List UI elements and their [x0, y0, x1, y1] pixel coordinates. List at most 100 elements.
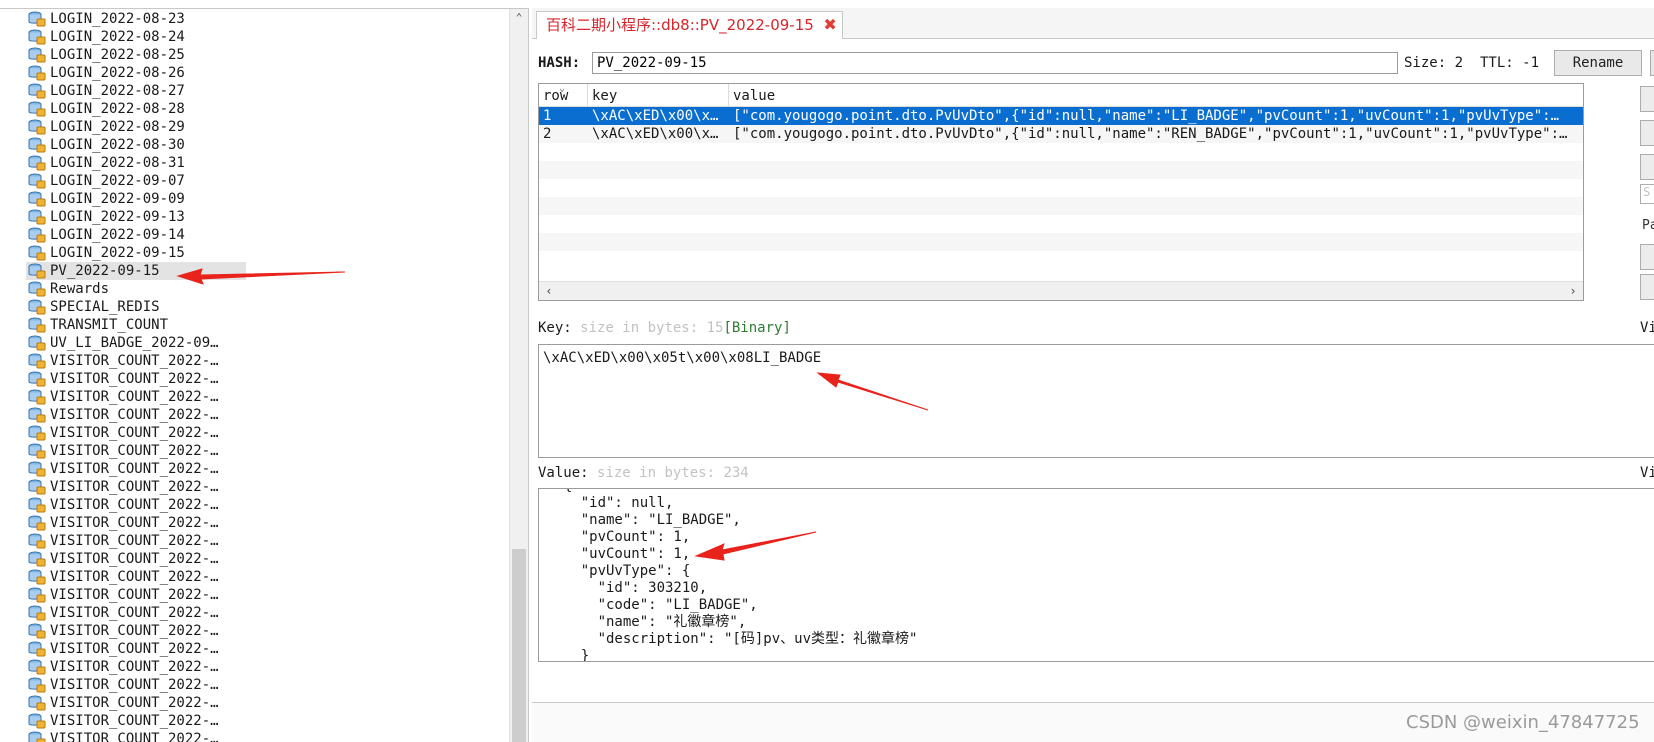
tree-item[interactable]: VISITOR_COUNT_2022-… [0, 424, 510, 442]
table-row-empty [539, 161, 1583, 179]
tree-item[interactable]: VISITOR_COUNT_2022-… [0, 676, 510, 694]
tree-item[interactable]: VISITOR_COUNT_2022-… [0, 370, 510, 388]
delete-row-button[interactable] [1640, 120, 1654, 146]
size-label: Size: 2 [1404, 55, 1464, 71]
page-prev-button[interactable] [1640, 244, 1654, 270]
tree-item[interactable]: UV_LI_BADGE_2022-09… [0, 334, 510, 352]
tree-item[interactable]: LOGIN_2022-08-30 [0, 136, 510, 154]
tree-item[interactable]: VISITOR_COUNT_2022-… [0, 460, 510, 478]
tree-item-label: UV_LI_BADGE_2022-09… [50, 335, 219, 351]
tree-item-label: LOGIN_2022-09-09 [50, 191, 185, 207]
tree-item[interactable]: Rewards [0, 280, 510, 298]
value-line: "code": "LI_BADGE", [547, 597, 758, 613]
database-key-icon [28, 497, 46, 513]
search-field[interactable]: S [1640, 184, 1654, 204]
tree-scrollbar[interactable]: ⌃ [509, 9, 528, 742]
key-editor[interactable]: \xAC\xED\x00\x05t\x00\x08LI_BADGE [538, 344, 1654, 458]
tree-item[interactable]: VISITOR_COUNT_2022-… [0, 568, 510, 586]
database-key-icon [28, 173, 46, 189]
database-key-icon [28, 47, 46, 63]
tree-item[interactable]: LOGIN_2022-08-28 [0, 100, 510, 118]
key-name-input[interactable] [592, 52, 1398, 74]
tree-item[interactable]: VISITOR_COUNT_2022-… [0, 496, 510, 514]
database-key-icon [28, 659, 46, 675]
tree-item-label: VISITOR_COUNT_2022-… [50, 623, 219, 639]
column-header-value[interactable]: value [729, 84, 1583, 106]
cell-row: 2 [543, 126, 552, 142]
tree-item[interactable]: VISITOR_COUNT_2022-… [0, 406, 510, 424]
value-view-as-label[interactable]: Vi [1640, 465, 1654, 481]
tree-item[interactable]: LOGIN_2022-09-14 [0, 226, 510, 244]
tree-item[interactable]: LOGIN_2022-08-27 [0, 82, 510, 100]
tree-item-label: LOGIN_2022-08-28 [50, 101, 185, 117]
tree-item[interactable]: VISITOR_COUNT_2022-… [0, 352, 510, 370]
tree-item[interactable]: LOGIN_2022-09-09 [0, 190, 510, 208]
tree-item[interactable]: LOGIN_2022-08-24 [0, 28, 510, 46]
side-button-edge[interactable] [1650, 50, 1654, 76]
tree-item-label: VISITOR_COUNT_2022-… [50, 551, 219, 567]
value-line: "id": 303210, [547, 580, 708, 596]
tree-item[interactable]: SPECIAL_REDIS [0, 298, 510, 316]
tree-item[interactable]: VISITOR_COUNT_2022-… [0, 604, 510, 622]
tree-item[interactable]: TRANSMIT_COUNT [0, 316, 510, 334]
close-icon[interactable]: ✖ [823, 12, 836, 38]
tree-item[interactable]: VISITOR_COUNT_2022-… [0, 478, 510, 496]
key-view-as-label[interactable]: Vi [1640, 320, 1654, 336]
tree-item[interactable]: LOGIN_2022-08-29 [0, 118, 510, 136]
tree-item[interactable]: VISITOR_COUNT_2022-… [0, 514, 510, 532]
tree-item[interactable]: VISITOR_COUNT_2022-… [0, 388, 510, 406]
tree-item[interactable]: PV_2022-09-15 [0, 262, 510, 280]
tree-item-label: VISITOR_COUNT_2022-… [50, 695, 219, 711]
database-key-icon [28, 443, 46, 459]
tree-item[interactable]: LOGIN_2022-08-31 [0, 154, 510, 172]
scroll-left-icon[interactable]: ‹ [541, 282, 557, 300]
table-row[interactable]: 2 \xAC\xED\x00\x… ["com.yougogo.point.dto.… [539, 125, 1583, 143]
tree-item[interactable]: VISITOR_COUNT_2022-… [0, 694, 510, 712]
database-key-icon [28, 677, 46, 693]
page-next-button[interactable] [1640, 274, 1654, 300]
tree-item-label: SPECIAL_REDIS [50, 299, 160, 315]
database-key-icon [28, 353, 46, 369]
tree-item-label: VISITOR_COUNT_2022-… [50, 515, 219, 531]
scroll-thumb[interactable] [512, 549, 526, 742]
table-row[interactable]: 1 \xAC\xED\x00\x… ["com.yougogo.point.dto.… [539, 107, 1583, 125]
tree-item-label: VISITOR_COUNT_2022-… [50, 497, 219, 513]
tree-item[interactable]: VISITOR_COUNT_2022-… [0, 622, 510, 640]
value-line: "pvUvType": { [547, 563, 691, 579]
tree-item[interactable]: VISITOR_COUNT_2022-… [0, 532, 510, 550]
tree-item[interactable]: VISITOR_COUNT_2022-… [0, 712, 510, 730]
database-key-icon [28, 335, 46, 351]
tree-item[interactable]: VISITOR_COUNT_2022-… [0, 442, 510, 460]
value-line: "id": null, [547, 495, 674, 511]
cell-row: 1 [543, 108, 552, 124]
tree-item[interactable]: LOGIN_2022-09-15 [0, 244, 510, 262]
reload-button[interactable] [1640, 154, 1654, 180]
scroll-right-icon[interactable]: › [1565, 282, 1581, 300]
scroll-up-arrow-icon[interactable]: ⌃ [513, 12, 525, 23]
tree-item[interactable]: LOGIN_2022-09-07 [0, 172, 510, 190]
column-header-key[interactable]: key [588, 84, 729, 106]
database-key-icon [28, 101, 46, 117]
tree-item[interactable]: LOGIN_2022-08-26 [0, 64, 510, 82]
database-key-icon [28, 695, 46, 711]
tab-title: 百科二期小程序::db8::PV_2022-09-15 [546, 16, 814, 34]
table-row-empty [539, 215, 1583, 233]
tree-item[interactable]: VISITOR_COUNT_2022-… [0, 640, 510, 658]
tree-item-label: VISITOR_COUNT_2022-… [50, 533, 219, 549]
tree-item-label: LOGIN_2022-09-13 [50, 209, 185, 225]
tree-item[interactable]: VISITOR_COUNT_2022-… [0, 658, 510, 676]
tree-item[interactable]: LOGIN_2022-08-25 [0, 46, 510, 64]
add-row-button[interactable] [1640, 86, 1654, 112]
tree-item-label: VISITOR_COUNT_2022-… [50, 389, 219, 405]
tree-item[interactable]: LOGIN_2022-08-23 [0, 10, 510, 28]
column-header-row[interactable]: row ⌄ [539, 84, 588, 106]
tab-pv-key[interactable]: 百科二期小程序::db8::PV_2022-09-15 ✖ [536, 11, 843, 39]
tree-item[interactable]: LOGIN_2022-09-13 [0, 208, 510, 226]
cell-value: ["com.yougogo.point.dto.PvUvDto",{"id":n… [733, 108, 1560, 124]
tree-item[interactable]: VISITOR_COUNT_2022-… [0, 550, 510, 568]
table-h-scrollbar[interactable]: ‹ › [539, 281, 1583, 300]
tree-item[interactable]: VISITOR_COUNT_2022-… [0, 730, 510, 742]
rename-button[interactable]: Rename [1554, 50, 1642, 76]
tree-item[interactable]: VISITOR_COUNT_2022-… [0, 586, 510, 604]
value-editor[interactable]: { "id": null, "name": "LI_BADGE", "pvCou… [538, 488, 1654, 662]
